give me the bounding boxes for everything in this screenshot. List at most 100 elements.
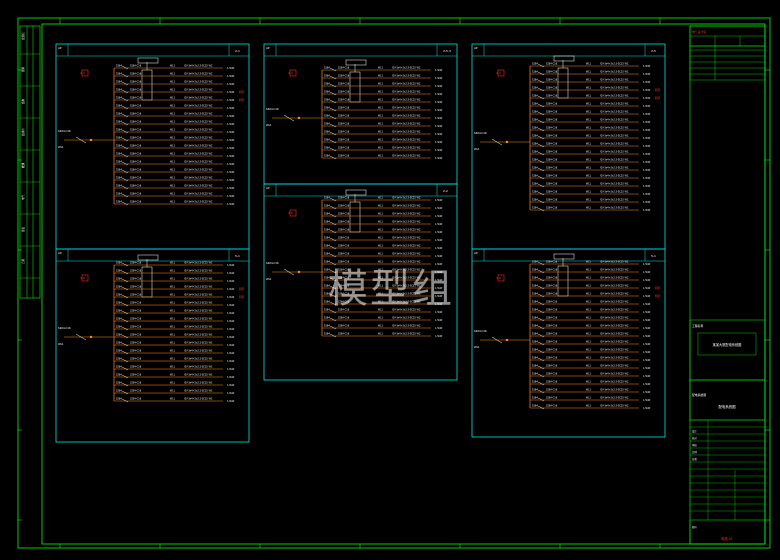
feeder-cable: WL1 [266,277,272,281]
panel-red-tag: 4.0 [288,211,293,215]
circuit-breaker-symbol [121,382,129,387]
circuit-row: S264 S264-C16 WL1 YJV-3x4+2x2.5-SC25 WC 1.5k… [114,81,235,86]
breaker-label: S264-C16 [338,269,350,272]
breaker-label: S264-C16 [130,65,142,68]
panel-border [471,248,666,438]
cable-label: YJV-3x4+2x2.5-SC25 WC [392,277,421,280]
circuit-row: S264 S264-C16 WL1 YJV-3x4+2x2.5-SC25 WC 1.5k… [322,253,443,258]
cable-label: YJV-3x4+2x2.5-SC25 WC [600,207,629,210]
breaker-label: S264-C16 [130,294,142,297]
load-label: 1.5kW [643,161,651,164]
circuit-breaker-symbol [537,349,545,354]
cable-label: YJV-3x4+2x2.5-SC25 WC [184,129,213,132]
circuit-no: S264 [324,147,330,150]
circuit-no: S264 [116,286,122,289]
feeder-node [89,335,93,339]
line-label: WL1 [378,205,384,208]
circuit-breaker-symbol [121,278,129,283]
load-label: 1.5kW [227,296,235,299]
line-label: WL1 [170,201,176,204]
circuit-no: S264 [532,151,538,154]
line-label: WL1 [586,309,592,312]
circuit-row: S264 S264-C16 WL1 YJV-3x4+2x2.5-SC25 WC 1.5k… [530,357,651,362]
load-label: 1.5kW [643,279,651,282]
circuit-no: S264 [324,67,330,70]
circuit-breaker-symbol [121,326,129,331]
breaker-label: S264-C16 [338,333,350,336]
circuit-no: S264 [116,302,122,305]
load-label: 1.5kW [227,312,235,315]
circuit-no: S264 [532,373,538,376]
line-label: WL1 [586,381,592,384]
cable-label: YJV-3x4+2x2.5-SC25 WC [184,177,213,180]
cable-label: YJV-3x4+2x2.5-SC25 WC [184,390,213,393]
circuit-row: S264 S264-C16 WL1 YJV-3x4+2x2.5-SC25 WC 1.5k… [114,185,235,190]
circuit-row: S264 S264-C16 WL1 YJV-3x4+2x2.5-SC25 WC 1.5k… [530,127,651,132]
strip-item: 签名 [21,226,25,232]
circuit-no: S264 [116,278,122,281]
cable-label: YJV-3x4+2x2.5-SC25 WC [184,326,213,329]
load-label: 1.5kW [435,157,443,160]
panel-red-tag: 4.0 [496,71,501,75]
cable-label: YJV-3x4+2x2.5-SC25 WC [184,350,213,353]
circuit-row: S264 S264-C16 WL1 YJV-3x4+2x2.5-SC25 WC 1.5k… [322,237,443,242]
load-label: 1.5kW [435,311,443,314]
circuit-row: S264 S264-C16 WL1 YJV-3x4+2x2.5-SC25 WC 1.5k… [114,334,235,339]
circuit-no: S264 [116,366,122,369]
circuit-no: S264 [532,381,538,384]
line-label: WL1 [586,167,592,170]
cable-label: YJV-3x4+2x2.5-SC25 WC [600,269,629,272]
line-label: WL1 [378,221,384,224]
line-label: WL1 [170,326,176,329]
load-label: 1.5kW [643,359,651,362]
cable-label: YJV-3x4+2x2.5-SC25 WC [184,105,213,108]
load-label: 1.5kW [435,279,443,282]
circuit-no: S264 [324,253,330,256]
load-label: 1.5kW [227,264,235,267]
line-label: WL1 [586,341,592,344]
circuit-breaker-symbol [537,175,545,180]
load-label: 1.5kW [643,271,651,274]
load-label: 1.5kW [643,263,651,266]
circuit-row: S264 S264-C16 WL1 YJV-3x4+2x2.5-SC25 WC 1.5k… [114,294,245,299]
line-label: WL1 [170,374,176,377]
circuit-no: S264 [324,155,330,158]
circuit-breaker-symbol [121,193,129,198]
circuit-row: S264 S264-C16 WL1 YJV-3x4+2x2.5-SC25 WC 1.5k… [322,317,443,322]
circuit-no: S264 [532,103,538,106]
breaker-label: S264-C16 [338,123,350,126]
cable-label: YJV-3x4+2x2.5-SC25 WC [392,229,421,232]
panel-code: 2-5 [651,49,656,53]
panel-code: 2-2 [443,189,448,193]
circuit-row: S264 S264-C16 WL1 YJV-3x4+2x2.5-SC25 WC 1.5k… [322,99,443,104]
breaker-label: S264-C16 [338,325,350,328]
breaker-label: S264-C16 [546,191,558,194]
load-label: 1.5kW [643,185,651,188]
circuit-breaker-symbol [537,79,545,84]
circuit-row: S264 S264-C16 WL1 YJV-3x4+2x2.5-SC25 WC 1.5k… [114,177,235,182]
cable-label: YJV-3x4+2x2.5-SC25 WC [184,153,213,156]
load-label: 1.5kW [435,255,443,258]
load-label: 1.5kW [643,319,651,322]
circuit-breaker-symbol [329,139,337,144]
panel-id: AP [266,46,270,50]
cable-label: YJV-3x4+2x2.5-SC25 WC [184,121,213,124]
circuit-no: S264 [532,277,538,280]
load-label: 1.5kW [227,384,235,387]
circuit-no: S264 [532,397,538,400]
cable-label: YJV-3x4+2x2.5-SC25 WC [600,191,629,194]
load-label: 1.5kW [227,115,235,118]
breaker-label: S264-C16 [546,285,558,288]
cable-label: YJV-3x4+2x2.5-SC25 WC [184,398,213,401]
load-label: 1.5kW [643,129,651,132]
breaker-label: S264-C16 [338,155,350,158]
circuit-row: S264 S264-C16 WL1 YJV-3x4+2x2.5-SC25 WC 1.5k… [530,317,651,322]
cable-label: YJV-3x4+2x2.5-SC25 WC [392,261,421,264]
line-label: WL1 [170,382,176,385]
circuit-no: S264 [116,177,122,180]
circuit-row: S264 S264-C16 WL1 YJV-3x4+2x2.5-SC25 WC 1.5k… [322,147,443,152]
breaker-label: S264-C16 [130,350,142,353]
line-label: WL1 [170,350,176,353]
circuit-no: S264 [532,87,538,90]
cable-label: YJV-3x4+2x2.5-SC25 WC [392,309,421,312]
